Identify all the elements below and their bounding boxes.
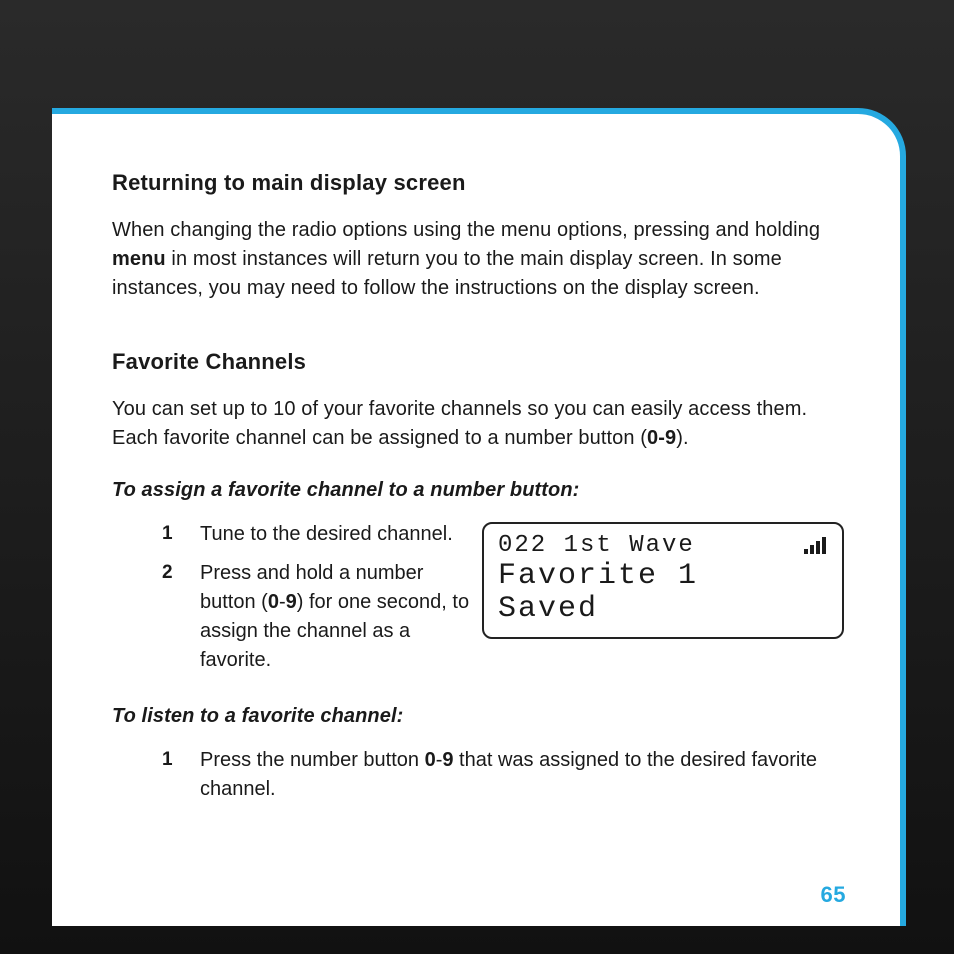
section2-body-after: ). (676, 427, 688, 449)
listen-step-1: Press the number button 0-9 that was ass… (200, 746, 844, 804)
device-line3: Saved (498, 593, 828, 627)
assign-row: Tune to the desired channel. Press and h… (112, 520, 844, 685)
assign-step-2: Press and hold a number button (0-9) for… (200, 559, 470, 675)
listen-lead: To listen to a favorite channel: (112, 705, 844, 728)
section1-body-bold: menu (112, 248, 166, 270)
section1-body-after: in most instances will return you to the… (112, 248, 782, 299)
section1-body-before: When changing the radio options using th… (112, 219, 820, 241)
signal-icon (804, 537, 826, 554)
section1-body: When changing the radio options using th… (112, 216, 844, 303)
page-number: 65 (821, 882, 846, 908)
section2-body: You can set up to 10 of your favorite ch… (112, 395, 844, 453)
device-screen: 022 1st Wave Favorite 1 Saved (482, 522, 844, 639)
section2-body-before: You can set up to 10 of your favorite ch… (112, 398, 807, 449)
section1-heading: Returning to main display screen (112, 170, 844, 196)
device-line2: Favorite 1 (498, 560, 828, 594)
device-line1: 022 1st Wave (498, 532, 695, 560)
listen-step1-before: Press the number button (200, 749, 425, 771)
section2-heading: Favorite Channels (112, 349, 844, 375)
assign-step2-bold2: 9 (286, 591, 297, 613)
device-row-top: 022 1st Wave (498, 532, 828, 560)
assign-step2-mid: - (279, 591, 286, 613)
listen-step1-bold2: 9 (442, 749, 453, 771)
assign-step-1: Tune to the desired channel. (200, 520, 470, 549)
section2-body-bold: 0-9 (647, 427, 676, 449)
manual-page: Returning to main display screen When ch… (52, 108, 906, 926)
assign-lead: To assign a favorite channel to a number… (112, 479, 844, 502)
assign-step1-text: Tune to the desired channel. (200, 523, 453, 545)
listen-steps: Press the number button 0-9 that was ass… (112, 746, 844, 804)
assign-steps: Tune to the desired channel. Press and h… (112, 520, 470, 685)
listen-step1-bold: 0 (425, 749, 436, 771)
assign-step2-bold: 0 (268, 591, 279, 613)
